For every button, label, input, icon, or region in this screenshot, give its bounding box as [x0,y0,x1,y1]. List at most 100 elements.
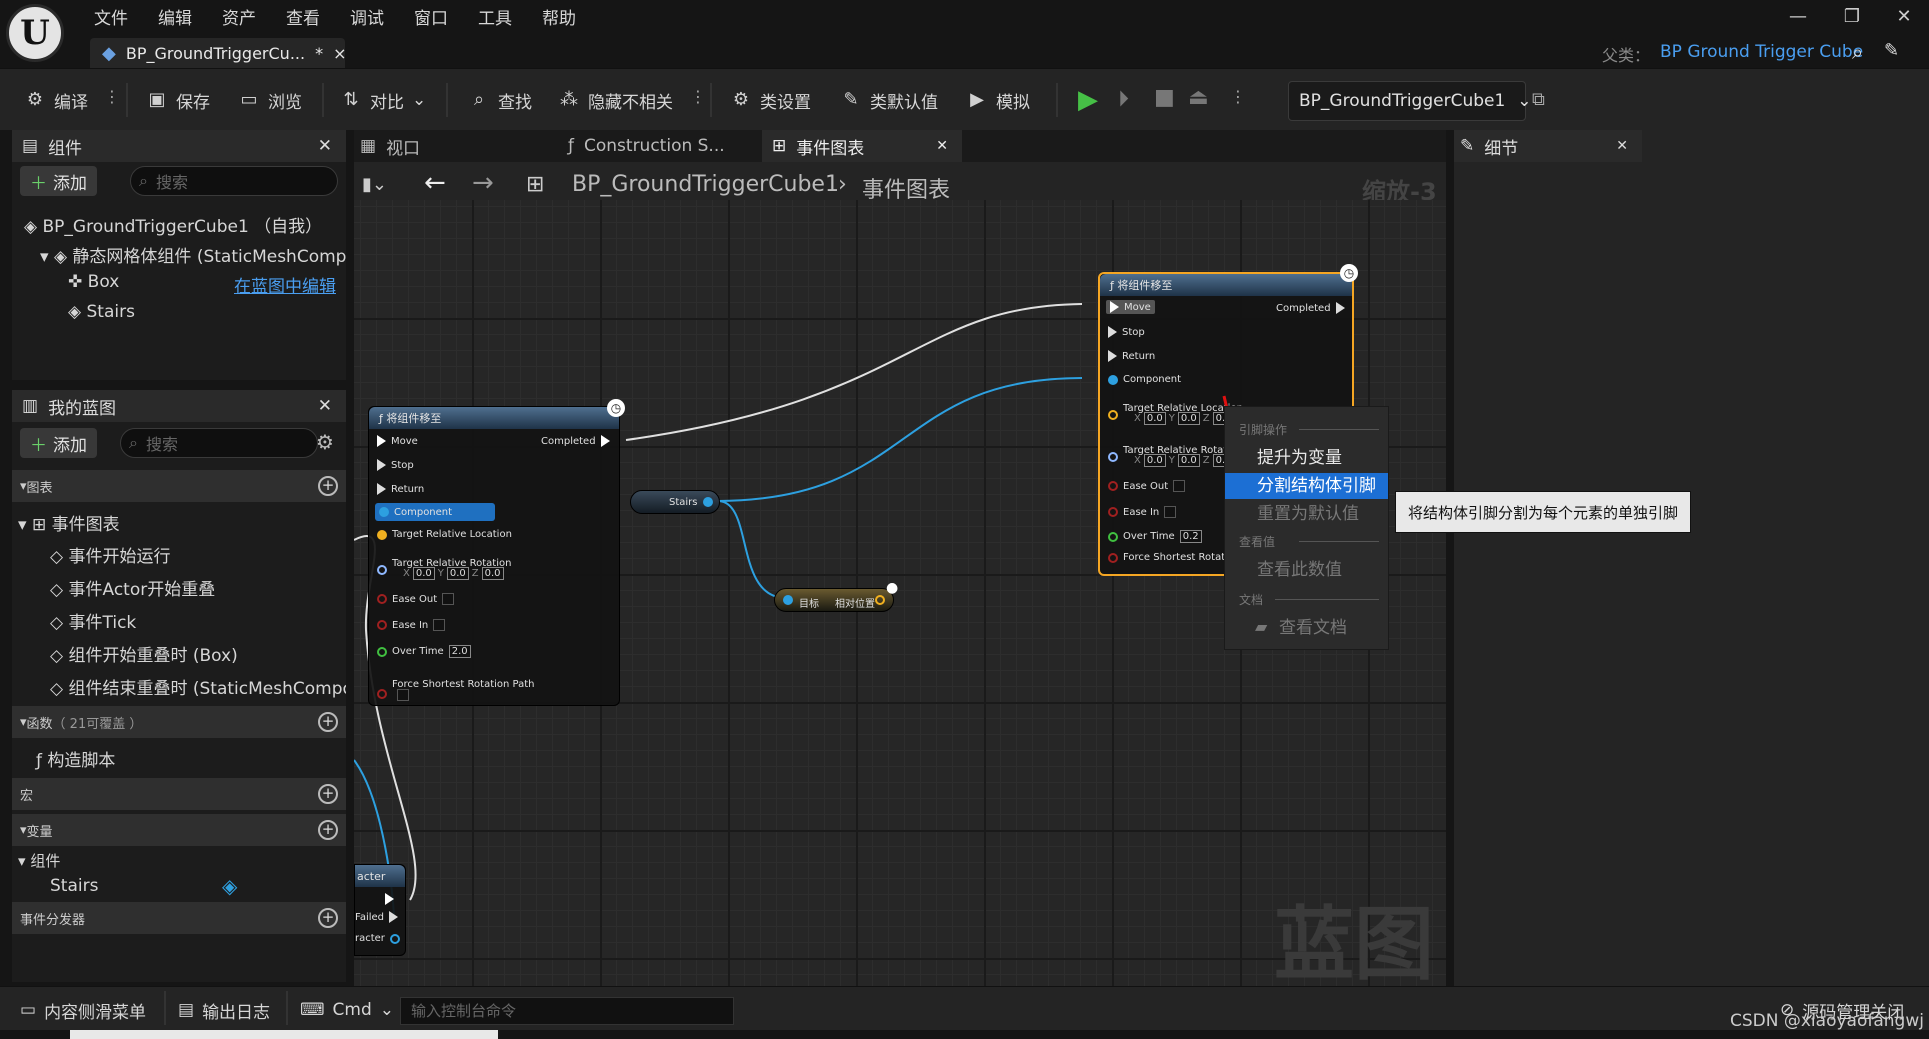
menu-window[interactable]: 窗口 [414,4,448,29]
component-pin[interactable]: Component [375,503,495,521]
move-pin[interactable]: Move [377,435,418,447]
add-dispatcher-icon[interactable]: + [318,908,338,928]
horizontal-scrollbar[interactable] [70,1030,498,1039]
rotation-x-field[interactable]: 0.0 [1143,454,1166,467]
edit-in-blueprint-link[interactable]: 在蓝图中编辑 [234,272,336,297]
event-item[interactable]: ◇ 组件开始重叠时 (Box) [50,641,238,666]
object-pin-icon[interactable] [783,595,793,605]
menu-view[interactable]: 查看 [286,4,320,29]
close-panel-icon[interactable]: ✕ [318,136,332,156]
compile-button[interactable]: ⚙ 编译 [24,85,88,115]
move-pin[interactable]: Move [1106,300,1155,314]
variable-stairs[interactable]: Stairs [50,876,98,896]
return-pin[interactable]: Return [1108,350,1155,362]
add-macro-icon[interactable]: + [318,784,338,804]
unreal-logo-icon[interactable]: U [6,4,64,62]
reset-to-default-item[interactable]: 重置为默认值 [1225,501,1388,527]
event-graph-item[interactable]: ▾ ⊞ 事件图表 [18,510,120,535]
force-shortest-checkbox[interactable] [397,689,409,701]
save-button[interactable]: ▣ 保存 [146,85,210,115]
compile-options-icon[interactable]: ⋮ [104,87,120,106]
bookmark-icon[interactable]: ▮⌄ [362,174,387,195]
browse-button[interactable]: ▭ 浏览 [238,85,302,115]
get-relative-location-node[interactable]: 目标 相对位置 [774,588,894,612]
hide-unrelated-button[interactable]: ⁂ 隐藏不相关 [558,85,673,115]
rotation-y-field[interactable]: 0.0 [446,567,469,580]
vector-pin-icon[interactable] [875,595,885,605]
parent-class-link[interactable]: BP Ground Trigger Cube [1660,42,1863,62]
debug-filter-icon[interactable]: ⧉ [1532,89,1545,110]
object-pin-icon[interactable] [703,497,713,507]
split-struct-pin-item[interactable]: 分割结构体引脚 [1225,473,1388,499]
event-item[interactable]: ◇ 组件结束重叠时 (StaticMeshCompo [50,674,346,699]
add-component-button[interactable]: ＋添加 [20,166,97,196]
over-time-field[interactable]: 0.2 [1179,530,1202,543]
ease-in-pin[interactable]: Ease In [377,619,446,631]
construction-script-item[interactable]: ƒ 构造脚本 [36,746,115,771]
add-blueprint-item-button[interactable]: ＋添加 [20,428,97,458]
stop-pin[interactable]: Stop [377,459,414,471]
forward-arrow-icon[interactable]: → [472,168,494,198]
debug-object-select[interactable]: BP_GroundTriggerCube1 ⌄ [1288,81,1532,121]
content-drawer-button[interactable]: ▭ 内容侧滑菜单 [20,995,146,1025]
move-component-node[interactable]: ƒ 将组件移至 ◷ Move Completed Stop Return Com… [368,399,625,706]
add-graph-icon[interactable]: + [318,476,338,496]
ease-out-pin[interactable]: Ease Out [1108,480,1186,492]
menu-help[interactable]: 帮助 [542,4,576,29]
stairs-variable-node[interactable]: Stairs [630,490,720,514]
component-pin[interactable]: Component [1108,374,1181,385]
simulate-button[interactable]: ▶ 模拟 [966,85,1030,115]
minimize-icon[interactable]: — [1784,6,1812,34]
completed-pin[interactable]: Completed [1276,302,1345,314]
completed-pin[interactable]: Completed [541,435,610,447]
console-input[interactable]: 输入控制台命令 [400,997,734,1025]
rotation-y-field[interactable]: 0.0 [1177,454,1200,467]
step-icon[interactable]: ⏵ [1118,87,1129,112]
close-tab-icon[interactable]: × [333,44,346,63]
event-item[interactable]: ◇ 事件开始运行 [50,542,170,567]
over-time-field[interactable]: 2.0 [448,645,471,658]
component-static-mesh[interactable]: ▾ ◈ 静态网格体组件 (StaticMeshComp [40,242,346,267]
menu-asset[interactable]: 资产 [222,4,256,29]
macros-section[interactable]: 宏 [12,778,346,810]
breadcrumb-blueprint[interactable]: BP_GroundTriggerCube1 [572,172,839,197]
search-icon[interactable]: ⌕ [1852,40,1863,64]
menu-tools[interactable]: 工具 [478,4,512,29]
ease-in-checkbox[interactable] [1164,506,1177,518]
close-tab-icon[interactable]: ✕ [936,138,948,154]
target-location-pin[interactable]: Target Relative Location [377,529,512,540]
play-icon[interactable]: ▶ [1078,85,1098,115]
document-tab[interactable]: ◆ BP_GroundTriggerCu... * × [90,38,346,68]
play-options-icon[interactable]: ⋮ [1230,87,1246,106]
menu-debug[interactable]: 调试 [350,4,384,29]
settings-gear-icon[interactable]: ⚙ [316,430,334,454]
ease-in-pin[interactable]: Ease In [1108,506,1177,518]
menu-edit[interactable]: 编辑 [158,4,192,29]
class-settings-button[interactable]: ⚙ 类设置 [730,85,811,115]
add-function-icon[interactable]: + [318,712,338,732]
close-panel-icon[interactable]: ✕ [1616,138,1628,154]
blueprint-search-input[interactable]: ⌕ 搜索 [120,428,318,458]
ease-out-checkbox[interactable] [1173,480,1186,492]
location-y-field[interactable]: 0.0 [1177,412,1200,425]
find-button[interactable]: ⌕ 查找 [468,85,532,115]
event-item[interactable]: ◇ 事件Tick [50,608,136,633]
watch-value-item[interactable]: 查看此数值 [1225,557,1388,583]
menu-file[interactable]: 文件 [94,4,128,29]
promote-to-variable-item[interactable]: 提升为变量 [1225,445,1388,471]
rotation-z-field[interactable]: 0.0 [481,567,504,580]
edit-pencil-icon[interactable]: ✎ [1884,40,1899,61]
hide-options-icon[interactable]: ⋮ [690,87,706,106]
failed-pin[interactable]: Failed [355,911,399,923]
tab-viewport[interactable]: ▦ 视口 [354,130,514,162]
event-item[interactable]: ◇ 事件Actor开始重叠 [50,575,215,600]
add-variable-icon[interactable]: + [318,820,338,840]
component-box[interactable]: ✜ Box [68,272,119,292]
output-log-button[interactable]: ▤ 输出日志 [178,995,270,1025]
close-window-icon[interactable]: ✕ [1890,6,1918,34]
cmd-select[interactable]: ⌨ Cmd ⌄ [300,995,394,1025]
over-time-pin[interactable]: Over Time 0.2 [1108,530,1202,543]
view-docs-item[interactable]: 查看文档 [1225,615,1388,641]
component-stairs[interactable]: ◈ Stairs [68,302,135,322]
component-root[interactable]: ◈ BP_GroundTriggerCube1 （自我） [24,212,322,237]
